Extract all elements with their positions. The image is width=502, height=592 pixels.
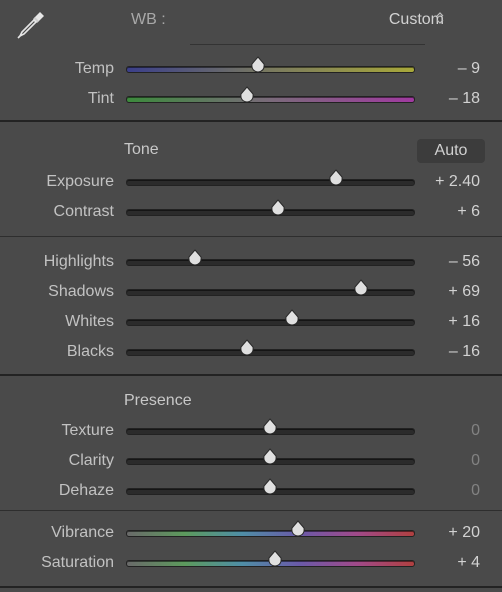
slider-thumb-texture[interactable] [262, 418, 278, 436]
section-divider [0, 586, 502, 588]
slider-value-temp[interactable]: – 9 [458, 60, 480, 78]
eyedropper-icon[interactable] [14, 8, 46, 40]
wb-divider [190, 44, 425, 45]
slider-label-vibrance: Vibrance [51, 524, 114, 541]
slider-label-highlights: Highlights [43, 253, 114, 270]
slider-row-tint: Tint – 18 [0, 84, 502, 114]
slider-track-shadows[interactable] [126, 289, 415, 296]
slider-row-whites: Whites + 16 [0, 307, 502, 337]
slider-thumb-clarity[interactable] [262, 448, 278, 466]
slider-row-dehaze: Dehaze 0 [0, 476, 502, 506]
slider-row-contrast: Contrast + 6 [0, 197, 502, 227]
section-divider [0, 374, 502, 376]
slider-value-dehaze[interactable]: 0 [471, 482, 480, 500]
slider-row-vibrance: Vibrance + 20 [0, 518, 502, 548]
slider-thumb-dehaze[interactable] [262, 478, 278, 496]
slider-value-shadows[interactable]: + 69 [448, 283, 480, 301]
slider-track-exposure[interactable] [126, 179, 415, 186]
slider-track-tint[interactable] [126, 96, 415, 103]
slider-label-whites: Whites [65, 313, 114, 330]
slider-label-tint: Tint [87, 90, 114, 107]
group-divider [0, 236, 502, 237]
slider-thumb-exposure[interactable] [328, 169, 344, 187]
slider-label-clarity: Clarity [68, 452, 114, 469]
slider-row-shadows: Shadows + 69 [0, 277, 502, 307]
slider-value-blacks[interactable]: – 16 [449, 343, 480, 361]
slider-label-dehaze: Dehaze [58, 482, 114, 499]
slider-label-saturation: Saturation [41, 554, 114, 571]
slider-label-contrast: Contrast [53, 203, 114, 220]
slider-row-saturation: Saturation + 4 [0, 548, 502, 578]
slider-value-texture[interactable]: 0 [471, 422, 480, 440]
slider-label-blacks: Blacks [66, 343, 114, 360]
slider-value-highlights[interactable]: – 56 [449, 253, 480, 271]
slider-track-temp[interactable] [126, 66, 415, 73]
slider-thumb-saturation[interactable] [267, 550, 283, 568]
presence-title: Presence [124, 392, 192, 409]
slider-track-blacks[interactable] [126, 349, 415, 356]
slider-value-clarity[interactable]: 0 [471, 452, 480, 470]
slider-thumb-whites[interactable] [284, 309, 300, 327]
slider-thumb-tint[interactable] [239, 86, 255, 104]
slider-row-texture: Texture 0 [0, 416, 502, 446]
tone-title: Tone [124, 141, 159, 158]
slider-row-highlights: Highlights – 56 [0, 247, 502, 277]
slider-track-vibrance[interactable] [126, 530, 415, 537]
slider-row-clarity: Clarity 0 [0, 446, 502, 476]
slider-value-vibrance[interactable]: + 20 [448, 524, 480, 542]
slider-value-saturation[interactable]: + 4 [457, 554, 480, 572]
group-divider [0, 510, 502, 511]
slider-row-blacks: Blacks – 16 [0, 337, 502, 367]
slider-label-texture: Texture [61, 422, 114, 439]
slider-label-shadows: Shadows [48, 283, 114, 300]
basic-panel: WB : Custom Temp – 9 Tint – 18 Tone Auto Ex… [0, 0, 502, 592]
slider-track-highlights[interactable] [126, 259, 415, 266]
section-divider [0, 120, 502, 122]
slider-row-temp: Temp – 9 [0, 54, 502, 84]
slider-track-whites[interactable] [126, 319, 415, 326]
slider-label-temp: Temp [74, 60, 114, 77]
slider-row-exposure: Exposure + 2.40 [0, 167, 502, 197]
wb-label: WB : [131, 11, 166, 28]
slider-thumb-blacks[interactable] [239, 339, 255, 357]
slider-label-exposure: Exposure [46, 173, 114, 190]
auto-button[interactable]: Auto [417, 139, 485, 163]
slider-value-whites[interactable]: + 16 [448, 313, 480, 331]
slider-thumb-temp[interactable] [250, 56, 266, 74]
slider-thumb-vibrance[interactable] [290, 520, 306, 538]
slider-value-contrast[interactable]: + 6 [457, 203, 480, 221]
slider-thumb-contrast[interactable] [270, 199, 286, 217]
slider-value-tint[interactable]: – 18 [449, 90, 480, 108]
slider-value-exposure[interactable]: + 2.40 [435, 173, 480, 191]
slider-thumb-shadows[interactable] [353, 279, 369, 297]
updown-chevron-icon[interactable] [436, 12, 444, 27]
slider-thumb-highlights[interactable] [187, 249, 203, 267]
